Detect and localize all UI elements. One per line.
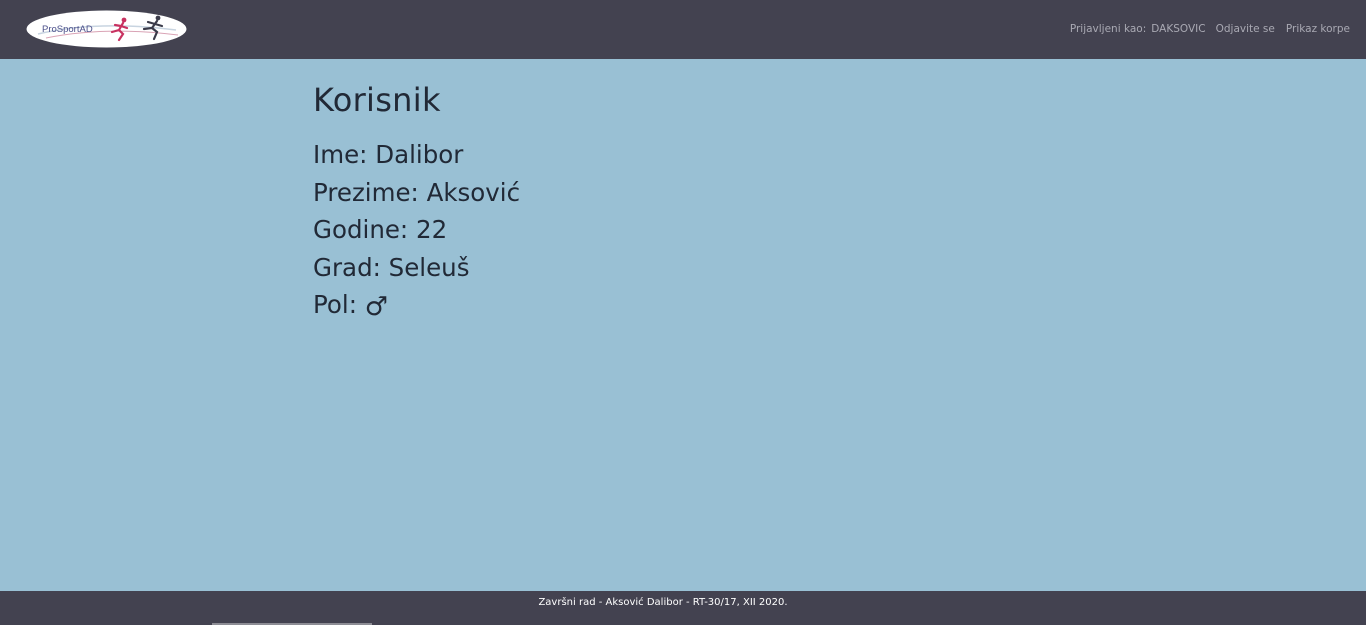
logged-in-label: Prijavljeni kao: xyxy=(1069,23,1147,35)
prosportad-logo[interactable]: ProSportAD xyxy=(26,10,187,48)
logout-link[interactable]: Odjavite se xyxy=(1216,23,1275,35)
username-link[interactable]: DAKSOVIC xyxy=(1151,23,1205,35)
first-name: Ime: Dalibor xyxy=(313,140,464,169)
logo-text: ProSportAD xyxy=(42,24,93,35)
cart-link[interactable]: Prikaz korpe xyxy=(1286,23,1350,35)
user-nav: Prijavljeni kao: DAKSOVIC Odjavite se Pr… xyxy=(1070,21,1350,37)
navbar: ProSportAD Prijavljeni kao: DAKSOVIC Odj… xyxy=(0,0,1366,59)
footer-text: Završni rad - Aksović Dalibor - RT-30/17… xyxy=(538,597,788,608)
user-details: Ime: Dalibor Prezime: Aksović Godine: 22… xyxy=(313,136,520,327)
user-profile: Korisnik Ime: Dalibor Prezime: Aksović G… xyxy=(313,78,520,327)
last-name: Prezime: Aksović xyxy=(313,177,521,207)
gender: Pol: ♂ xyxy=(313,286,520,327)
gender-label: Pol: xyxy=(313,290,357,319)
male-icon: ♂ xyxy=(364,292,389,322)
page-title: Korisnik xyxy=(313,81,441,119)
age: Godine: 22 xyxy=(313,215,448,244)
footer: Završni rad - Aksović Dalibor - RT-30/17… xyxy=(0,591,1366,625)
city: Grad: Seleuš xyxy=(313,252,470,282)
